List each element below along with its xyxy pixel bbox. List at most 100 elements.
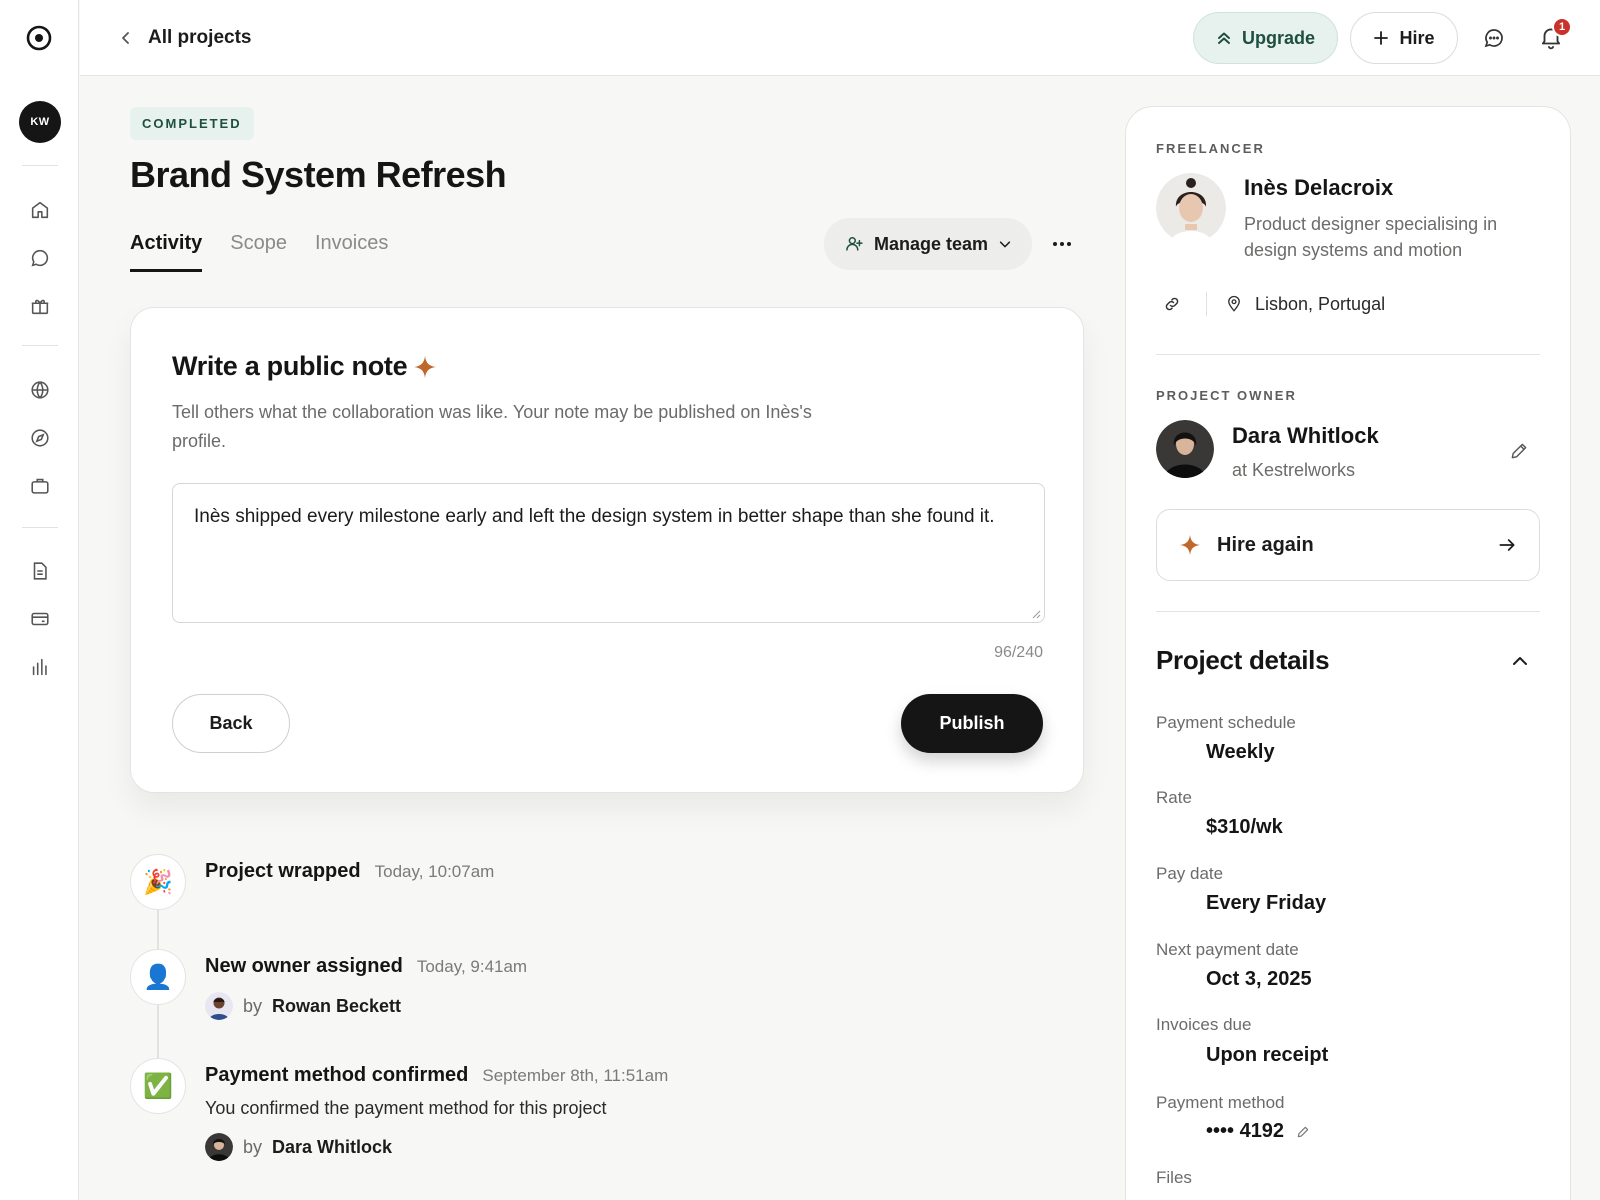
section-divider <box>1156 611 1540 612</box>
tab-invoices[interactable]: Invoices <box>315 232 388 272</box>
freelancer-bio: Product designer specialising in design … <box>1244 214 1498 260</box>
freelancer-name[interactable]: Inès Delacroix <box>1244 175 1393 201</box>
project-tabs: Activity Scope Invoices <box>130 232 388 272</box>
globe-icon[interactable] <box>28 378 52 402</box>
owner-avatar[interactable] <box>1156 420 1214 478</box>
briefcase-icon[interactable] <box>28 474 52 498</box>
activity-item: Payment method confirmed September 8th, … <box>205 1064 668 1087</box>
gift-icon[interactable] <box>28 294 52 318</box>
freelancer-links: Lisbon, Portugal <box>1156 288 1385 320</box>
section-divider <box>1156 354 1540 355</box>
location-pin-icon <box>1228 295 1240 312</box>
more-options-icon[interactable] <box>1050 232 1074 256</box>
detail-value: Weekly <box>1206 741 1275 763</box>
activity-author: by Rowan Beckett <box>205 992 401 1020</box>
activity-title: New owner assigned <box>205 955 403 977</box>
public-note-card: Write a public note Tell others what the… <box>130 307 1084 793</box>
user-silhouette-icon: 👤 <box>130 949 186 1005</box>
manage-team-button[interactable]: Manage team <box>824 218 1032 270</box>
hire-button[interactable]: Hire <box>1350 12 1458 64</box>
detail-value: Upon receipt <box>1206 1044 1329 1066</box>
tab-scope[interactable]: Scope <box>230 232 287 272</box>
activity-item: New owner assigned Today, 9:41am <box>205 955 527 978</box>
avatar <box>205 1133 233 1161</box>
freelancer-avatar[interactable] <box>1156 173 1226 243</box>
detail-label: Pay date <box>1156 864 1224 883</box>
manage-team-label: Manage team <box>873 233 989 254</box>
by-prefix: by <box>243 995 263 1016</box>
edit-owner-icon[interactable] <box>1509 441 1529 461</box>
home-icon[interactable] <box>28 198 52 222</box>
sparkle-icon <box>1179 534 1201 556</box>
owner-section-label: PROJECT OWNER <box>1156 388 1297 403</box>
bar-chart-icon[interactable] <box>28 655 52 679</box>
hire-again-label: Hire again <box>1217 533 1314 556</box>
sidebar-divider <box>22 165 58 166</box>
activity-title: Payment method confirmed <box>205 1064 469 1086</box>
detail-value: Oct 3, 2025 <box>1206 968 1312 990</box>
detail-label: Rate <box>1156 788 1192 807</box>
card-icon[interactable] <box>28 607 52 631</box>
compass-icon[interactable] <box>28 426 52 450</box>
activity-author: by Dara Whitlock <box>205 1133 392 1161</box>
note-title: Write a public note <box>172 351 437 382</box>
sparkle-icon <box>414 355 437 378</box>
user-avatar[interactable]: KW <box>19 101 61 143</box>
document-icon[interactable] <box>28 559 52 583</box>
party-popper-icon: 🎉 <box>130 854 186 910</box>
sidebar-divider <box>22 527 58 528</box>
chevron-left-icon <box>122 32 129 44</box>
project-details-heading: Project details <box>1156 645 1330 675</box>
resize-grip-icon[interactable] <box>1031 609 1041 619</box>
plus-icon <box>1374 31 1389 45</box>
topbar: All projects Upgrade Hire 1 <box>80 0 1600 76</box>
add-user-icon <box>846 237 863 251</box>
note-title-text: Write a public note <box>172 351 408 381</box>
by-prefix: by <box>243 1136 263 1157</box>
activity-item: Project wrapped Today, 10:07am <box>205 860 494 883</box>
activity-time: September 8th, 11:51am <box>482 1066 669 1085</box>
notification-badge: 1 <box>1552 17 1572 37</box>
owner-name[interactable]: Dara Whitlock <box>1232 423 1379 449</box>
author-name[interactable]: Dara Whitlock <box>272 1137 392 1158</box>
detail-value: $310/wk <box>1206 816 1283 838</box>
publish-button[interactable]: Publish <box>901 694 1043 753</box>
activity-time: Today, 9:41am <box>416 957 528 976</box>
payment-method-value: •••• 4192 <box>1206 1120 1310 1143</box>
double-chevron-up-icon <box>1217 32 1230 44</box>
owner-company: at Kestrelworks <box>1232 460 1356 480</box>
hire-again-button[interactable]: Hire again <box>1156 509 1540 581</box>
note-description: Tell others what the collaboration was l… <box>172 402 812 451</box>
messages-icon[interactable] <box>1482 26 1506 50</box>
link-divider <box>1206 292 1207 316</box>
author-name[interactable]: Rowan Beckett <box>272 996 401 1017</box>
note-textarea[interactable]: Inès shipped every milestone early and l… <box>172 483 1045 623</box>
edit-payment-icon[interactable] <box>1296 1125 1310 1139</box>
avatar <box>205 992 233 1020</box>
chevron-up-icon[interactable] <box>1508 649 1532 673</box>
detail-label: Payment schedule <box>1156 713 1296 732</box>
hire-label: Hire <box>1399 27 1435 48</box>
note-text: Inès shipped every milestone early and l… <box>194 506 995 527</box>
back-link-label: All projects <box>148 27 252 48</box>
activity-title: Project wrapped <box>205 860 361 882</box>
sidebar: KW <box>0 0 79 1200</box>
back-to-projects-link[interactable]: All projects <box>118 22 251 54</box>
chevron-down-icon <box>999 241 1011 248</box>
back-button[interactable]: Back <box>172 694 290 753</box>
upgrade-label: Upgrade <box>1241 27 1315 48</box>
detail-value: Every Friday <box>1206 892 1327 914</box>
upgrade-button[interactable]: Upgrade <box>1193 12 1338 64</box>
detail-value: •••• 4192 <box>1206 1120 1285 1142</box>
detail-label: Files <box>1156 1168 1192 1187</box>
tab-activity[interactable]: Activity <box>130 232 203 272</box>
activity-time: Today, 10:07am <box>374 862 495 881</box>
project-sidebar-panel: FREELANCER Inès Delacroix Product design… <box>1125 106 1571 1200</box>
detail-label: Invoices due <box>1156 1015 1252 1034</box>
freelancer-section-label: FREELANCER <box>1156 141 1265 156</box>
freelancer-location: Lisbon, Portugal <box>1255 293 1386 314</box>
logo-icon[interactable] <box>23 22 55 54</box>
link-icon[interactable] <box>1156 288 1188 320</box>
chat-icon[interactable] <box>28 246 52 270</box>
detail-label: Next payment date <box>1156 940 1299 959</box>
